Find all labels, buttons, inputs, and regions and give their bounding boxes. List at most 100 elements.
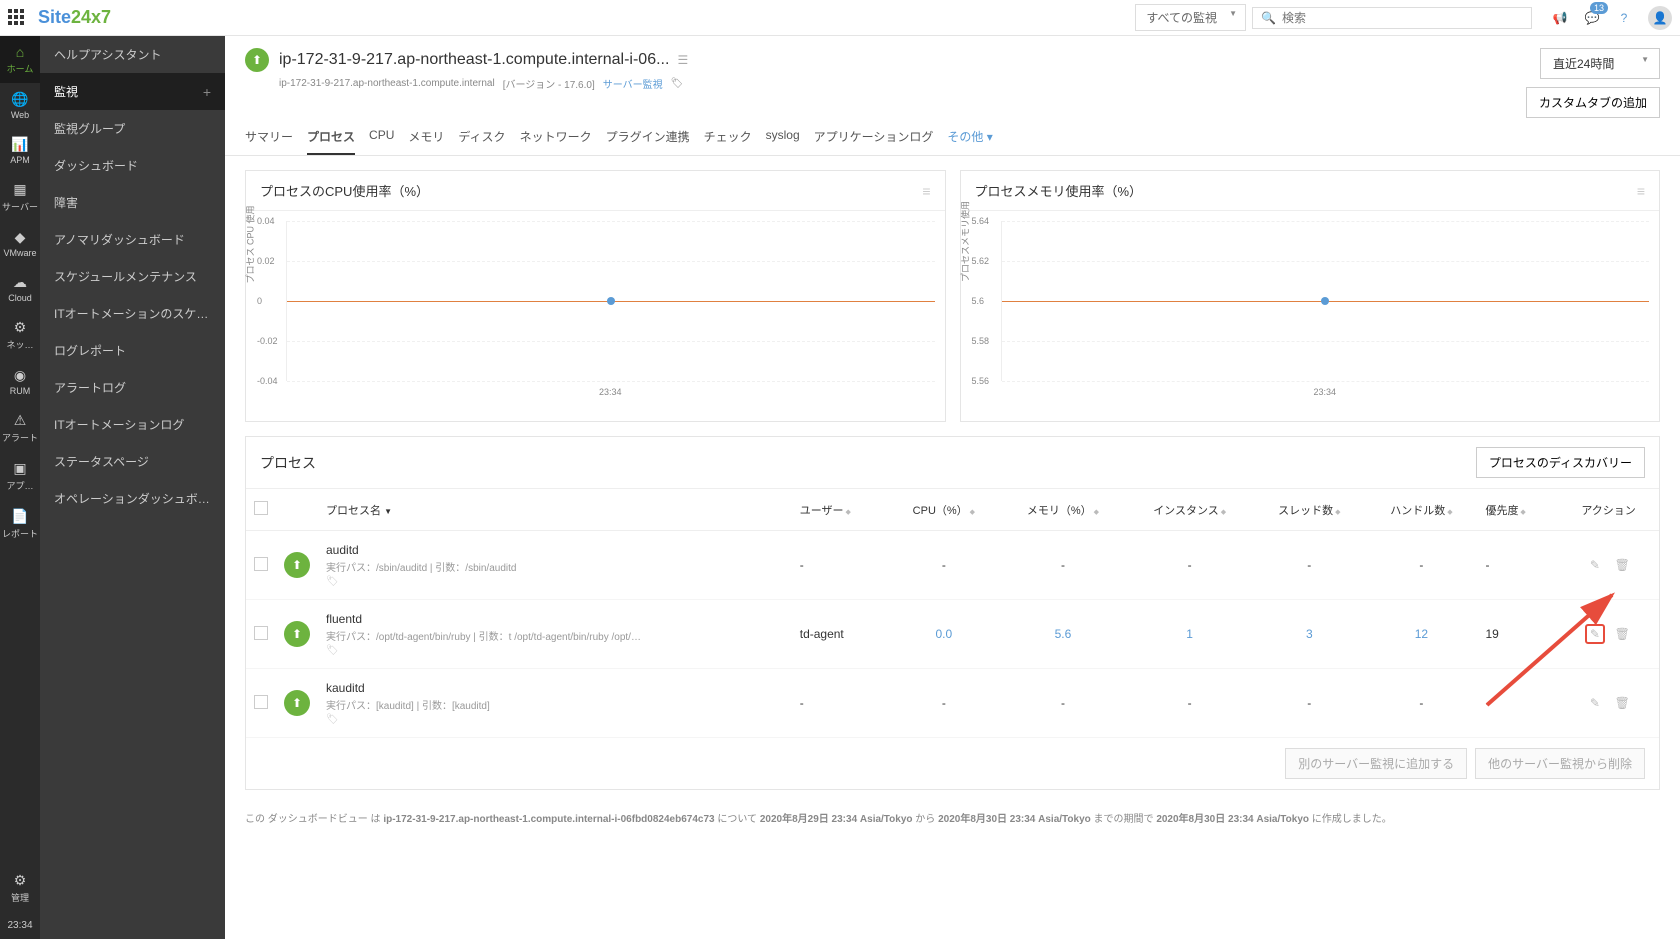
status-up-icon: ⬆ xyxy=(284,621,310,647)
tag-icon[interactable]: 🏷 xyxy=(326,714,784,725)
tag-icon[interactable]: 🏷 xyxy=(326,645,784,656)
col-mem[interactable]: メモリ（%） xyxy=(1027,505,1092,517)
status-up-icon: ⬆ xyxy=(245,48,269,72)
tab-2[interactable]: CPU xyxy=(369,128,394,155)
announce-icon[interactable]: 📢 xyxy=(1550,8,1570,28)
timestamp-line: この ダッシュボードビュー は ip-172-31-9-217.ap-north… xyxy=(225,804,1680,845)
cell-cpu[interactable]: 0.0 xyxy=(936,627,953,641)
y-tick: 0.04 xyxy=(257,216,275,226)
sidebar-item-5[interactable]: アノマリダッシュボード xyxy=(40,221,225,258)
delete-icon[interactable]: 🗑 xyxy=(1612,555,1632,575)
tab-1[interactable]: プロセス xyxy=(307,128,355,155)
process-table-title: プロセス xyxy=(260,453,316,473)
process-name[interactable]: kauditd xyxy=(326,681,784,695)
cell-mem[interactable]: 5.6 xyxy=(1055,627,1072,641)
sidebar-item-12[interactable]: オペレーションダッシュボ… xyxy=(40,480,225,517)
edit-icon[interactable]: ✎ xyxy=(1585,555,1605,575)
chart-menu-icon[interactable]: ≡ xyxy=(922,183,930,199)
cell-threads[interactable]: 3 xyxy=(1306,627,1313,641)
tab-10[interactable]: その他 ▾ xyxy=(947,128,992,155)
col-prio[interactable]: 優先度 xyxy=(1485,505,1518,517)
rail-item-10[interactable]: 📄レポート xyxy=(0,500,40,548)
rail-admin[interactable]: ⚙管理 xyxy=(0,864,40,912)
row-checkbox[interactable] xyxy=(254,695,268,709)
tab-4[interactable]: ディスク xyxy=(458,128,505,155)
rail-item-4[interactable]: ◆VMware xyxy=(0,221,40,266)
rail-item-2[interactable]: 📊APM xyxy=(0,128,40,173)
rail-item-6[interactable]: ⚙ネッ… xyxy=(0,311,40,359)
chart-cpu-title: プロセスのCPU使用率（%） xyxy=(260,181,429,200)
add-monitor-icon[interactable]: + xyxy=(203,84,211,100)
data-point[interactable] xyxy=(1321,297,1329,305)
col-user[interactable]: ユーザー xyxy=(800,505,844,517)
sidebar-item-3[interactable]: ダッシュボード xyxy=(40,147,225,184)
cell-handles[interactable]: 12 xyxy=(1415,627,1428,641)
discovery-button[interactable]: プロセスのディスカバリー xyxy=(1476,447,1645,478)
add-custom-tab-button[interactable]: カスタムタブの追加 xyxy=(1526,87,1660,118)
tab-3[interactable]: メモリ xyxy=(408,128,444,155)
monitor-scope-select[interactable]: すべての監視 xyxy=(1135,4,1246,31)
status-up-icon: ⬆ xyxy=(284,690,310,716)
y-tick: 0 xyxy=(257,296,262,306)
cell-user: - xyxy=(792,531,888,600)
rail-item-8[interactable]: ⚠アラート xyxy=(0,404,40,452)
y-tick: -0.02 xyxy=(257,336,278,346)
title-menu-icon[interactable]: ☰ xyxy=(677,53,688,67)
tag-icon[interactable]: 🏷 xyxy=(326,576,784,587)
y-tick: 5.64 xyxy=(972,216,990,226)
rail-item-9[interactable]: ▣アプ… xyxy=(0,452,40,500)
sidebar-item-6[interactable]: スケジュールメンテナンス xyxy=(40,258,225,295)
notifications-icon[interactable]: 💬13 xyxy=(1582,8,1602,28)
sidebar-item-4[interactable]: 障害 xyxy=(40,184,225,221)
row-checkbox[interactable] xyxy=(254,626,268,640)
row-checkbox[interactable] xyxy=(254,557,268,571)
process-name[interactable]: auditd xyxy=(326,543,784,557)
y-tick: 5.58 xyxy=(972,336,990,346)
tab-8[interactable]: syslog xyxy=(766,128,800,155)
sidebar-item-0[interactable]: ヘルプアシスタント xyxy=(40,36,225,73)
process-name[interactable]: fluentd xyxy=(326,612,784,626)
col-name[interactable]: プロセス名 xyxy=(326,505,381,517)
sidebar-item-10[interactable]: ITオートメーションログ xyxy=(40,406,225,443)
sidebar-item-7[interactable]: ITオートメーションのスケ… xyxy=(40,295,225,332)
col-actions: アクション xyxy=(1581,505,1635,517)
select-all-checkbox[interactable] xyxy=(254,501,268,515)
col-cpu[interactable]: CPU（%） xyxy=(913,505,968,517)
rail-item-7[interactable]: ◉RUM xyxy=(0,359,40,404)
rail-item-0[interactable]: ⌂ホーム xyxy=(0,36,40,83)
tag-icon[interactable]: 🏷 xyxy=(671,78,684,89)
search-input[interactable] xyxy=(1282,11,1523,25)
agent-version: [バージョン - 17.6.0] xyxy=(503,76,595,91)
tab-6[interactable]: プラグイン連携 xyxy=(606,128,690,155)
monitor-type-link[interactable]: サーバー監視 xyxy=(603,76,663,91)
sidebar-item-9[interactable]: アラートログ xyxy=(40,369,225,406)
col-threads[interactable]: スレッド数 xyxy=(1278,505,1333,517)
sidebar-item-1[interactable]: 監視+ xyxy=(40,73,225,110)
sidebar-item-2[interactable]: 監視グループ xyxy=(40,110,225,147)
help-icon[interactable]: ? xyxy=(1614,8,1634,28)
cell-cpu: - xyxy=(942,696,946,710)
data-point[interactable] xyxy=(607,297,615,305)
chart-menu-icon[interactable]: ≡ xyxy=(1637,183,1645,199)
table-row: ⬆ kauditd 実行パス：[kauditd] | 引数：[kauditd] … xyxy=(246,669,1659,738)
col-inst[interactable]: インスタンス xyxy=(1153,505,1219,517)
col-handles[interactable]: ハンドル数 xyxy=(1390,505,1445,517)
tab-5[interactable]: ネットワーク xyxy=(520,128,592,155)
remove-from-monitor-button[interactable]: 他のサーバー監視から削除 xyxy=(1475,748,1645,779)
sidebar-item-8[interactable]: ログレポート xyxy=(40,332,225,369)
cell-inst[interactable]: 1 xyxy=(1186,627,1193,641)
rail-item-5[interactable]: ☁Cloud xyxy=(0,266,40,311)
search-box[interactable]: 🔍 xyxy=(1252,7,1532,29)
add-to-monitor-button[interactable]: 別のサーバー監視に追加する xyxy=(1285,748,1467,779)
tab-7[interactable]: チェック xyxy=(704,128,752,155)
tab-0[interactable]: サマリー xyxy=(245,128,293,155)
sidebar-item-11[interactable]: ステータスページ xyxy=(40,443,225,480)
rail-item-1[interactable]: 🌐Web xyxy=(0,83,40,128)
tab-9[interactable]: アプリケーションログ xyxy=(814,128,934,155)
apps-grid-icon[interactable] xyxy=(8,9,26,27)
avatar[interactable]: 👤 xyxy=(1648,6,1672,30)
chart-mem-xtick: 23:34 xyxy=(1001,387,1650,397)
logo-a: Site xyxy=(38,7,71,27)
period-select[interactable]: 直近24時間 xyxy=(1540,48,1660,79)
rail-item-3[interactable]: ▦サーバー xyxy=(0,173,40,221)
